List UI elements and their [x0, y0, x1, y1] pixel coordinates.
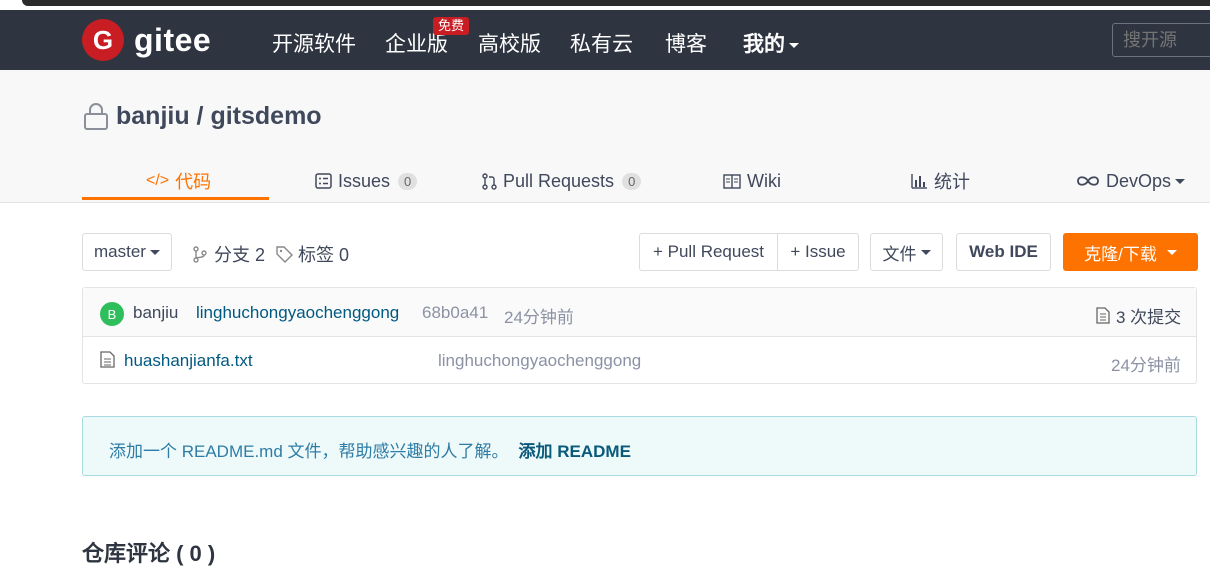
- pr-count: 0: [622, 172, 642, 190]
- tab-issues-label: Issues: [338, 170, 391, 191]
- repo-comments-title: 仓库评论 ( 0 ): [82, 541, 216, 566]
- chevron-down-icon: [789, 42, 799, 48]
- chevron-down-icon: [1175, 178, 1186, 184]
- readme-hint: 添加一个 README.md 文件，帮助感兴趣的人了解。: [109, 442, 509, 461]
- commit-count: 3 次提交: [1116, 308, 1182, 327]
- latest-commit-row: B banjiu linghuchongyaochenggong 68b0a41…: [83, 288, 1196, 337]
- file-name[interactable]: huashanjianfa.txt: [124, 351, 253, 371]
- file-commit-message[interactable]: linghuchongyaochenggong: [438, 351, 641, 371]
- commits-icon: [1096, 307, 1110, 324]
- repo-header: banjiu / gitsdemo </> 代码 Issues 0 Pull R…: [0, 70, 1210, 203]
- commit-author[interactable]: banjiu: [133, 303, 178, 323]
- tab-code-label: 代码: [175, 172, 212, 192]
- repo-title: banjiu / gitsdemo: [82, 101, 322, 131]
- readme-notice-text: 添加一个 README.md 文件，帮助感兴趣的人了解。 添加 README: [109, 437, 631, 462]
- chevron-down-icon: [1166, 249, 1177, 255]
- repo-name[interactable]: banjiu / gitsdemo: [116, 102, 322, 131]
- code-icon: </>: [146, 172, 170, 189]
- tab-issues[interactable]: Issues 0: [315, 162, 418, 200]
- active-tab-underline: [82, 197, 269, 200]
- file-menu-label: 文件: [882, 244, 917, 264]
- file-icon: [100, 351, 115, 368]
- branches-link[interactable]: 分支 2: [192, 241, 265, 267]
- infinity-icon: [1077, 176, 1099, 186]
- tab-code[interactable]: </> 代码: [146, 162, 211, 200]
- nav-mine[interactable]: 我的: [743, 28, 799, 58]
- tab-devops-label: DevOps: [1106, 170, 1172, 191]
- nav-mine-label: 我的: [743, 33, 785, 56]
- tab-devops[interactable]: DevOps: [1076, 162, 1186, 200]
- commit-time: 24分钟前: [504, 308, 574, 327]
- file-list-box: B banjiu linghuchongyaochenggong 68b0a41…: [82, 287, 1197, 384]
- web-ide-button[interactable]: Web IDE: [956, 233, 1051, 271]
- gitee-logo-icon: G: [82, 19, 124, 61]
- issues-icon: [315, 173, 332, 189]
- tab-wiki[interactable]: Wiki: [723, 162, 781, 200]
- clone-download-button[interactable]: 克隆/下载: [1063, 233, 1198, 271]
- pull-request-icon: [482, 172, 497, 190]
- tag-icon: [276, 245, 293, 263]
- nav-open-source[interactable]: 开源软件: [272, 28, 356, 58]
- window-top-edge: [0, 0, 1210, 10]
- tab-pr-label: Pull Requests: [503, 170, 615, 191]
- commit-hash[interactable]: 68b0a41: [422, 303, 488, 323]
- new-pull-request-button[interactable]: + Pull Request: [639, 233, 778, 271]
- readme-notice: 添加一个 README.md 文件，帮助感兴趣的人了解。 添加 README: [82, 416, 1197, 476]
- add-readme-link[interactable]: 添加 README: [519, 442, 631, 461]
- nav-blog[interactable]: 博客: [665, 28, 707, 58]
- nav-private-cloud[interactable]: 私有云: [570, 28, 633, 58]
- lock-icon: [84, 103, 108, 130]
- new-issue-button[interactable]: + Issue: [777, 233, 859, 271]
- issues-count: 0: [398, 172, 418, 190]
- search-input[interactable]: [1112, 23, 1210, 57]
- file-time: 24分钟前: [1111, 356, 1181, 375]
- tags-count: 标签 0: [298, 245, 350, 265]
- avatar[interactable]: B: [100, 302, 124, 326]
- tab-wiki-label: Wiki: [747, 170, 781, 191]
- tags-link[interactable]: 标签 0: [276, 241, 349, 267]
- top-navbar: G gitee 开源软件 企业版 免费 高校版 私有云 博客 我的: [0, 10, 1210, 70]
- branch-icon: [193, 245, 207, 263]
- commit-count-link[interactable]: 3 次提交: [1096, 303, 1181, 328]
- free-badge: 免费: [433, 17, 470, 35]
- window-frame: [22, 0, 1210, 6]
- branch-select[interactable]: master: [82, 233, 172, 271]
- nav-education[interactable]: 高校版: [478, 28, 541, 58]
- bar-chart-icon: [911, 174, 927, 189]
- branch-label: master: [94, 242, 146, 261]
- tab-stats-label: 统计: [934, 172, 970, 192]
- chevron-down-icon: [920, 249, 931, 255]
- commit-message[interactable]: linghuchongyaochenggong: [196, 303, 399, 323]
- tab-pull-requests[interactable]: Pull Requests 0: [482, 162, 642, 200]
- logo-text: gitee: [134, 21, 212, 58]
- clone-label: 克隆/下载: [1084, 244, 1157, 264]
- tab-stats[interactable]: 统计: [911, 162, 970, 200]
- table-row: huashanjianfa.txt linghuchongyaochenggon…: [83, 336, 1196, 384]
- chevron-down-icon: [149, 249, 160, 255]
- book-icon: [723, 173, 741, 189]
- branches-count: 分支 2: [214, 245, 266, 265]
- file-menu-button[interactable]: 文件: [870, 233, 943, 271]
- gitee-logo[interactable]: G gitee: [82, 19, 211, 61]
